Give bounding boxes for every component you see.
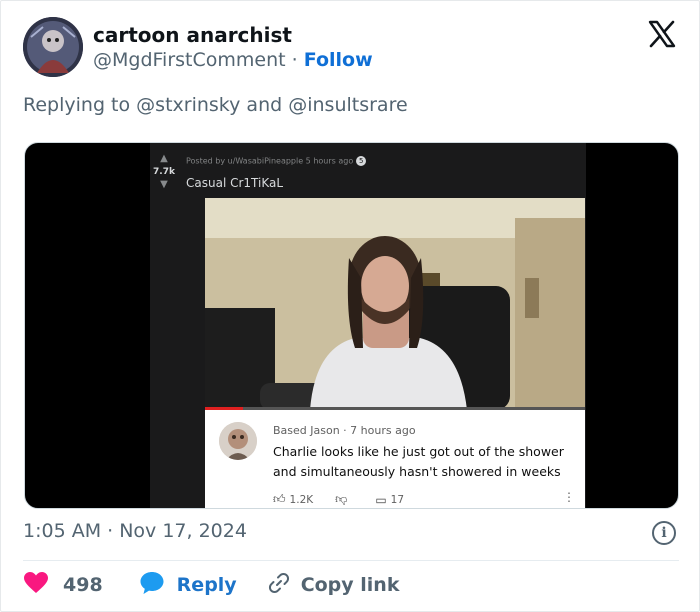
reply-bubble-icon: ▭ [375,492,387,507]
replying-to-line: Replying to @stxrinsky and @insultsrare [23,94,408,116]
thumbs-down-icon: 👎︎ [335,492,348,506]
follow-button[interactable]: Follow [304,49,373,71]
thumbs-up-icon: 👍︎ [273,492,286,506]
replying-to-conjunction: and [246,94,283,116]
reddit-post-title: Casual Cr1TiKaL [186,176,284,190]
tweet-media-image[interactable]: ▲ 7.7k ▼ Posted by u/WasabiPineapple 5 h… [24,142,679,509]
heart-icon [23,571,49,600]
link-icon [267,571,291,600]
author-handle-row: @MgdFirstComment · Follow [93,49,373,71]
author-handle[interactable]: @MgdFirstComment [93,49,286,71]
reply-label: Reply [176,574,237,596]
comment-reply-count: 17 [390,493,405,506]
comment-author-time: Based Jason · 7 hours ago [273,424,416,437]
author-avatar[interactable] [23,17,83,77]
vote-column: ▲ 7.7k ▼ [150,153,178,191]
reddit-post-panel: ▲ 7.7k ▼ Posted by u/WasabiPineapple 5 h… [150,143,586,508]
upvote-icon: ▲ [160,153,168,164]
copy-link-button[interactable]: Copy link [267,571,400,600]
reply-button[interactable]: Reply [139,571,237,600]
comment-like-count: 1.2K [289,493,314,506]
separator-dot: · [291,49,298,71]
youtube-comment: Based Jason · 7 hours ago Charlie looks … [205,410,585,508]
video-frame [205,198,585,410]
author-display-name[interactable]: cartoon anarchist [93,23,292,47]
info-icon[interactable]: i [652,521,676,545]
replying-to-prefix: Replying to [23,94,131,116]
x-logo-icon[interactable] [647,19,677,49]
like-count: 498 [63,574,103,596]
like-button[interactable]: 498 [23,571,103,600]
copy-link-label: Copy link [300,574,400,596]
tweet-actions: 498 Reply Copy link [23,571,400,600]
vote-count: 7.7k [153,167,175,177]
more-options-icon: ⋮ [563,490,575,504]
award-badge-icon: 5 [356,156,367,166]
footer-divider [23,560,679,561]
tweet-embed-card: cartoon anarchist @MgdFirstComment · Fol… [0,0,700,612]
comment-text: Charlie looks like he just got out of th… [273,444,564,479]
reply-bubble-icon [139,571,165,600]
downvote-icon: ▼ [160,179,168,190]
reddit-posted-by-text: Posted by u/WasabiPineapple 5 hours ago [186,156,354,166]
commenter-avatar [219,422,257,460]
tweet-timestamp[interactable]: 1:05 AM · Nov 17, 2024 [23,520,247,542]
mention-link-insultsrare[interactable]: @insultsrare [288,94,407,116]
mention-link-stxrinsky[interactable]: @stxrinsky [136,94,240,116]
reddit-posted-by: Posted by u/WasabiPineapple 5 hours ago 5 [186,156,367,166]
comment-actions: 👍︎ 1.2K 👎︎ ▭ 17 [273,492,404,507]
